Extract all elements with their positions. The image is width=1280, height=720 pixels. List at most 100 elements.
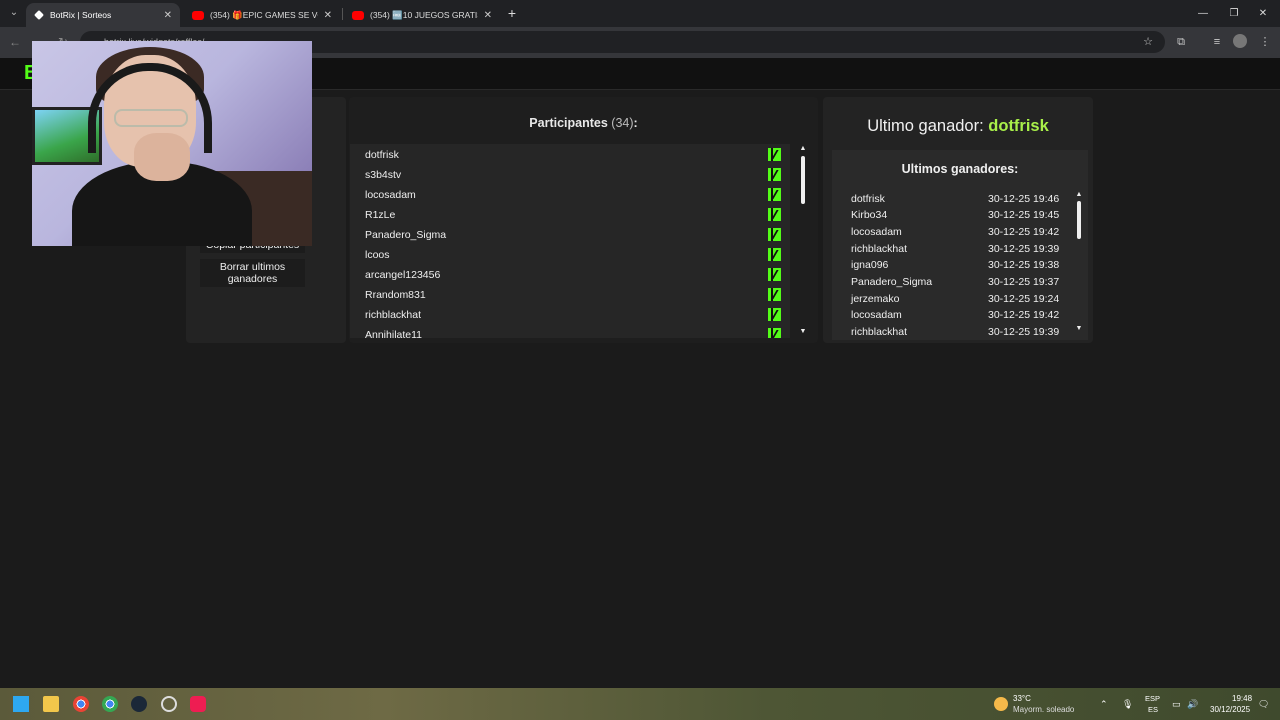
kick-icon xyxy=(768,228,781,241)
close-tab-icon[interactable]: ✕ xyxy=(484,10,492,21)
winner-date: 30-12-25 19:45 xyxy=(988,209,1060,221)
last-winner-label: Ultimo ganador: xyxy=(867,117,984,135)
youtube-icon xyxy=(192,10,204,20)
kick-icon xyxy=(768,268,781,281)
participant-name: locosadam xyxy=(365,189,416,201)
winner-name: richblackhat xyxy=(851,326,908,336)
kick-icon xyxy=(768,188,781,201)
participant-name: Panadero_Sigma xyxy=(365,229,447,241)
volume-icon[interactable]: 🔊 xyxy=(1187,699,1198,710)
winner-row: jerzemako 30-12-25 19:24 xyxy=(851,293,1071,309)
participants-count: (34) xyxy=(611,116,634,130)
close-tab-icon[interactable]: ✕ xyxy=(324,10,332,21)
participants-title: Participantes (34): xyxy=(349,116,818,130)
tray-expand-icon[interactable]: ⌃ xyxy=(1100,699,1108,710)
winners-scrollbar-thumb[interactable] xyxy=(1077,201,1081,239)
participant-row: R1zLe xyxy=(350,205,790,225)
winners-scroll-down-icon[interactable]: ▼ xyxy=(1075,325,1083,333)
participant-row: lcoos xyxy=(350,245,790,265)
winner-name: jerzemako xyxy=(851,293,900,305)
kick-icon xyxy=(768,208,781,221)
weather-temperature[interactable]: 33°C xyxy=(1013,694,1031,703)
winner-row: igna096 30-12-25 19:38 xyxy=(851,259,1071,275)
scroll-up-arrow-icon[interactable]: ▲ xyxy=(799,145,807,153)
youtube-icon xyxy=(352,10,364,20)
participant-row: locosadam xyxy=(350,185,790,205)
tab-title: (354) 🎁EPIC GAMES SE VOLVI xyxy=(210,9,318,20)
bookmark-star-icon[interactable]: ☆ xyxy=(1139,33,1157,51)
winner-row: locosadam 30-12-25 19:42 xyxy=(851,226,1071,242)
winner-date: 30-12-25 19:42 xyxy=(988,226,1060,238)
kick-icon xyxy=(768,328,781,338)
tab-botrix[interactable]: BotRix | Sorteos ✕ xyxy=(26,3,180,27)
clock-time[interactable]: 19:48 xyxy=(1232,694,1252,703)
kick-icon xyxy=(768,288,781,301)
kick-icon xyxy=(768,168,781,181)
webcam-overlay xyxy=(32,41,312,246)
kick-icon xyxy=(768,308,781,321)
tab-search-button[interactable]: ⌄ xyxy=(4,4,24,22)
chrome-icon[interactable] xyxy=(73,696,89,712)
weather-sun-icon[interactable] xyxy=(994,697,1008,711)
chrome-profile-icon[interactable] xyxy=(102,696,118,712)
tab-title: BotRix | Sorteos xyxy=(50,10,112,20)
minimize-button[interactable]: — xyxy=(1186,0,1220,27)
winner-name: Kirbo34 xyxy=(851,209,888,221)
kick-icon xyxy=(768,248,781,261)
tab-youtube-2[interactable]: (354) 🆓10 JUEGOS GRATIS PA ✕ xyxy=(344,3,500,27)
participant-name: lcoos xyxy=(365,249,390,261)
participant-row: Rrandom831 xyxy=(350,285,790,305)
microphone-icon[interactable]: 🎙 xyxy=(1122,699,1133,710)
file-explorer-icon[interactable] xyxy=(43,696,59,712)
winner-date: 30-12-25 19:42 xyxy=(988,309,1060,321)
extensions-icon[interactable]: ⧉ xyxy=(1172,33,1190,51)
steam-icon[interactable] xyxy=(131,696,147,712)
network-icon[interactable]: ▭ xyxy=(1172,699,1181,710)
menu-kebab-icon[interactable]: ⋮ xyxy=(1256,33,1274,51)
tab-strip: ⌄ BotRix | Sorteos ✕ (354) 🎁EPIC GAMES S… xyxy=(0,0,1280,27)
media-control-icon[interactable]: ≡ xyxy=(1208,33,1226,51)
winner-date: 30-12-25 19:39 xyxy=(988,326,1060,336)
scroll-down-arrow-icon[interactable]: ▼ xyxy=(799,328,807,336)
tab-title: (354) 🆓10 JUEGOS GRATIS PA xyxy=(370,9,478,20)
participants-list[interactable]: dotfrisk s3b4stv locosadam R1zLe Panader… xyxy=(350,144,790,338)
winner-row: Panadero_Sigma 30-12-25 19:37 xyxy=(851,276,1071,292)
winner-date: 30-12-25 19:39 xyxy=(988,243,1060,255)
participant-name: Annihilate11 xyxy=(365,329,423,338)
language-indicator[interactable]: ESP xyxy=(1145,694,1160,703)
windows-taskbar xyxy=(0,688,1280,720)
participant-row: Annihilate11 xyxy=(350,325,790,338)
keyboard-layout[interactable]: ES xyxy=(1148,705,1158,714)
winner-date: 30-12-25 19:46 xyxy=(988,193,1060,205)
weather-description[interactable]: Mayorm. soleado xyxy=(1013,705,1074,714)
winners-scroll-up-icon[interactable]: ▲ xyxy=(1075,191,1083,199)
winner-date: 30-12-25 19:38 xyxy=(988,259,1060,271)
clock-app-icon[interactable] xyxy=(161,696,177,712)
tiktok-icon[interactable] xyxy=(190,696,206,712)
close-tab-icon[interactable]: ✕ xyxy=(164,10,172,21)
participant-row: Panadero_Sigma xyxy=(350,225,790,245)
close-window-button[interactable]: ✕ xyxy=(1246,0,1280,27)
winner-row: Kirbo34 30-12-25 19:45 xyxy=(851,209,1071,225)
winner-row: richblackhat 30-12-25 19:39 xyxy=(851,326,1071,336)
winner-name: Panadero_Sigma xyxy=(851,276,933,288)
clock-date[interactable]: 30/12/2025 xyxy=(1210,705,1250,714)
clear-last-winners-button[interactable]: Borrar ultimos ganadores xyxy=(200,259,305,287)
windows-start-icon[interactable] xyxy=(13,696,29,712)
profile-avatar[interactable] xyxy=(1233,34,1247,48)
winner-row: dotfrisk 30-12-25 19:46 xyxy=(851,193,1071,209)
new-tab-button[interactable]: + xyxy=(504,4,520,22)
participants-label: Participantes xyxy=(529,116,608,130)
glasses xyxy=(114,109,188,127)
winner-name: igna096 xyxy=(851,259,889,271)
kick-icon xyxy=(768,148,781,161)
last-winner-name: dotfrisk xyxy=(988,117,1049,135)
recent-winners-title: Ultimos ganadores: xyxy=(901,162,1019,176)
notifications-icon[interactable]: 🗨 xyxy=(1258,699,1269,710)
participant-row: richblackhat xyxy=(350,305,790,325)
back-icon[interactable]: ← xyxy=(6,33,24,51)
participant-name: Rrandom831 xyxy=(365,289,426,301)
participant-row: dotfrisk xyxy=(350,145,790,165)
tab-youtube-1[interactable]: (354) 🎁EPIC GAMES SE VOLVI ✕ xyxy=(184,3,340,27)
participants-scrollbar-thumb[interactable] xyxy=(801,156,805,204)
